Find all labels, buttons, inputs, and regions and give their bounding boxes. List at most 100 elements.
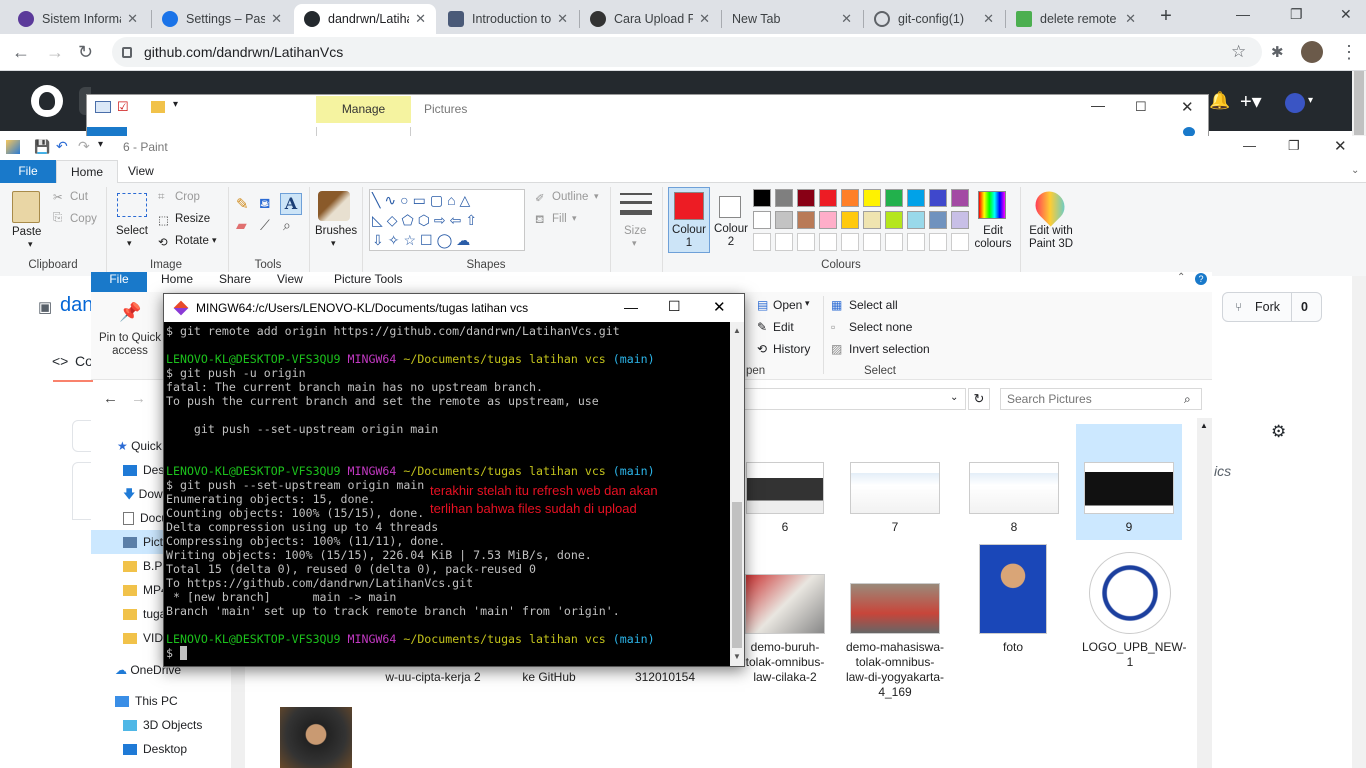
tab-home[interactable]: Home bbox=[56, 160, 119, 184]
collapse-ribbon-icon[interactable]: ⌃ bbox=[1177, 272, 1185, 283]
brushes-icon[interactable] bbox=[318, 191, 350, 221]
explorer-tab-share[interactable]: Share bbox=[219, 272, 251, 287]
edit-colours-icon[interactable] bbox=[978, 191, 1006, 219]
pin-quick-access-button[interactable]: Pin to Quick access bbox=[97, 332, 163, 358]
palette-swatch-empty[interactable] bbox=[841, 233, 859, 251]
sidebar-item-desktop-pc[interactable]: Desktop bbox=[123, 737, 187, 761]
palette-swatch-empty[interactable] bbox=[863, 233, 881, 251]
properties-icon[interactable]: ☑ bbox=[117, 99, 129, 115]
close-tab-icon[interactable]: ✕ bbox=[557, 11, 568, 27]
edit-with-paint3d-button[interactable]: Edit with Paint 3D bbox=[1024, 225, 1078, 251]
collapse-ribbon-icon[interactable]: ⌄ bbox=[1351, 165, 1359, 176]
help-icon[interactable]: ? bbox=[1195, 273, 1207, 285]
explorer-tab-picture-tools[interactable]: Picture Tools bbox=[334, 272, 402, 287]
palette-swatch[interactable] bbox=[929, 189, 947, 207]
fill-dropdown-icon[interactable]: ▾ bbox=[572, 213, 577, 224]
close-tab-icon[interactable]: ✕ bbox=[983, 11, 994, 27]
sidebar-item-folder-mp4[interactable]: MP4 bbox=[123, 578, 168, 602]
palette-swatch[interactable] bbox=[819, 189, 837, 207]
file-thumb-7[interactable]: 7 bbox=[845, 462, 945, 535]
address-path-box[interactable]: ⌄ bbox=[741, 388, 966, 410]
file-thumb-foto[interactable]: foto bbox=[967, 544, 1059, 655]
palette-swatch[interactable] bbox=[885, 189, 903, 207]
palette-swatch[interactable] bbox=[951, 211, 969, 229]
scroll-thumb[interactable] bbox=[732, 502, 742, 648]
fork-button[interactable]: ⑂ Fork 0 bbox=[1222, 292, 1322, 322]
minimize-icon[interactable]: — bbox=[1236, 6, 1250, 22]
back-arrow-icon[interactable]: ← bbox=[103, 390, 118, 407]
select-none-button[interactable]: Select none bbox=[849, 320, 912, 334]
tab-introduction[interactable]: Introduction to Git ✕ bbox=[438, 4, 578, 34]
palette-swatch[interactable] bbox=[863, 211, 881, 229]
file-thumb-logo-upb[interactable]: LOGO_UPB_NEW-1 bbox=[1082, 552, 1186, 670]
close-tab-icon[interactable]: ✕ bbox=[415, 11, 426, 27]
select-button[interactable]: Select bbox=[116, 225, 148, 237]
address-bar[interactable]: github.com/dandrwn/LatihanVcs bbox=[112, 37, 1262, 67]
palette-swatch[interactable] bbox=[907, 211, 925, 229]
palette-swatch[interactable] bbox=[775, 211, 793, 229]
pencil-icon[interactable]: ✎ bbox=[236, 195, 249, 213]
rotate-dropdown-icon[interactable]: ▾ bbox=[212, 235, 217, 246]
rotate-button[interactable]: Rotate bbox=[175, 235, 209, 247]
palette-swatch[interactable] bbox=[753, 211, 771, 229]
palette-swatch[interactable] bbox=[841, 211, 859, 229]
edit-button[interactable]: Edit bbox=[773, 320, 794, 334]
reload-icon[interactable]: ↻ bbox=[78, 42, 93, 63]
extensions-icon[interactable]: ✱ bbox=[1271, 43, 1284, 61]
tab-view[interactable]: View bbox=[114, 160, 168, 183]
file-thumb-demo-buruh[interactable]: demo-buruh-tolak-omnibus-law-cilaka-2 bbox=[740, 574, 830, 685]
redo-icon[interactable]: ↷ bbox=[78, 138, 90, 155]
paste-button[interactable]: Paste bbox=[12, 226, 41, 238]
quick-access-dropdown-icon[interactable]: ▾ bbox=[173, 99, 178, 110]
close-tab-icon[interactable]: ✕ bbox=[841, 11, 852, 27]
paste-icon[interactable] bbox=[12, 191, 40, 223]
edit-colours-button[interactable]: Edit colours bbox=[970, 225, 1016, 251]
search-pictures-box[interactable]: ⌕ bbox=[1000, 388, 1202, 410]
select-dropdown-icon[interactable]: ▾ bbox=[127, 238, 132, 249]
sidebar-item-folder-vid[interactable]: VID bbox=[123, 626, 163, 650]
sidebar-item-documents[interactable]: Docu bbox=[123, 506, 168, 530]
size-dropdown-icon[interactable]: ▾ bbox=[632, 238, 637, 249]
select-all-button[interactable]: Select all bbox=[849, 298, 898, 312]
file-thumb-8[interactable]: 8 bbox=[964, 462, 1064, 535]
user-avatar[interactable] bbox=[1285, 93, 1305, 113]
palette-swatch[interactable] bbox=[929, 211, 947, 229]
forward-arrow-icon[interactable]: → bbox=[131, 390, 146, 407]
invert-selection-button[interactable]: Invert selection bbox=[849, 342, 930, 356]
explorer-tab-file[interactable]: File bbox=[91, 272, 147, 292]
size-icon[interactable] bbox=[620, 193, 652, 195]
explorer-maximize-icon[interactable]: ☐ bbox=[1135, 99, 1147, 115]
copy-button[interactable]: Copy bbox=[70, 213, 97, 225]
colour1-button[interactable]: Colour 1 bbox=[668, 187, 710, 253]
manage-context-tab[interactable]: Manage bbox=[316, 96, 411, 123]
search-pictures-input[interactable] bbox=[1007, 391, 1177, 407]
palette-swatch-empty[interactable] bbox=[775, 233, 793, 251]
restore-icon[interactable]: ❐ bbox=[1290, 6, 1303, 23]
terminal-scrollbar[interactable]: ▲ ▼ bbox=[730, 322, 744, 666]
size-button[interactable]: Size bbox=[624, 225, 646, 237]
bookmark-star-icon[interactable]: ☆ bbox=[1231, 42, 1246, 62]
file-label-312010154[interactable]: 312010154 bbox=[625, 670, 705, 685]
menu-dots-icon[interactable]: ⋮ bbox=[1340, 42, 1358, 63]
terminal-minimize-icon[interactable]: — bbox=[624, 299, 638, 315]
explorer-scrollbar[interactable]: ▲ bbox=[1197, 418, 1212, 768]
sidebar-item-quick-access[interactable]: ★ Quick bbox=[117, 434, 162, 458]
text-tool-icon[interactable]: A bbox=[280, 193, 302, 215]
palette-swatch[interactable] bbox=[819, 211, 837, 229]
folder-icon[interactable] bbox=[151, 101, 165, 113]
create-new-icon[interactable]: +▾ bbox=[1240, 89, 1262, 114]
palette-swatch[interactable] bbox=[753, 189, 771, 207]
history-button[interactable]: History bbox=[773, 342, 810, 356]
explorer-minimize-icon[interactable]: — bbox=[1091, 97, 1105, 113]
brushes-dropdown-icon[interactable]: ▾ bbox=[331, 238, 336, 249]
settings-gear-icon[interactable]: ⚙ bbox=[1271, 422, 1286, 442]
palette-swatch[interactable] bbox=[907, 189, 925, 207]
save-icon[interactable]: 💾 bbox=[34, 139, 50, 155]
close-tab-icon[interactable]: ✕ bbox=[127, 11, 138, 27]
scroll-down-icon[interactable]: ▼ bbox=[733, 652, 741, 661]
fill-bucket-icon[interactable]: ⛾ bbox=[259, 195, 270, 214]
palette-swatch[interactable] bbox=[775, 189, 793, 207]
notification-bell-icon[interactable]: 🔔 bbox=[1209, 91, 1230, 111]
resize-button[interactable]: Resize bbox=[175, 213, 210, 225]
tab-cara-upload[interactable]: Cara Upload File ✕ bbox=[580, 4, 720, 34]
